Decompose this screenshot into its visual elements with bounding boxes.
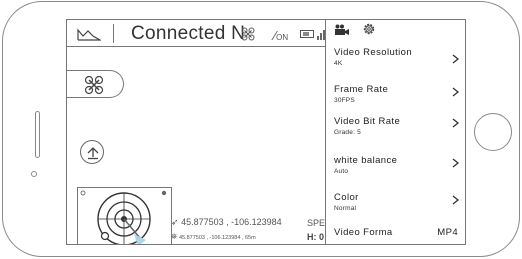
camera-icon[interactable] (334, 24, 350, 36)
radar-icon (80, 190, 167, 244)
drone-control-button[interactable] (67, 70, 124, 98)
drone-icon (84, 75, 104, 95)
setting-title: Color (334, 192, 359, 203)
fan-icon (241, 27, 255, 41)
setting-value: Normal (334, 205, 357, 212)
battery-icon (300, 30, 314, 38)
gps-coordinates-text: 45.877503 , -106.123984 (181, 217, 282, 227)
setting-value: 30FPS (334, 97, 355, 104)
chevron-right-icon[interactable] (452, 54, 460, 64)
phone-home-button[interactable] (474, 113, 512, 151)
phone-camera-dot (31, 171, 37, 177)
chevron-right-icon[interactable] (452, 118, 460, 128)
home-icon[interactable] (77, 27, 101, 41)
chevron-right-icon[interactable] (452, 158, 460, 168)
setting-frame-rate[interactable]: Frame Rate 30FPS (334, 84, 464, 104)
setting-color[interactable]: Color Normal (334, 192, 464, 212)
takeoff-icon (87, 147, 99, 160)
camera-settings-panel: Video Resolution 4K Frame Rate 30FPS Vid… (325, 20, 465, 244)
chevron-right-icon[interactable] (452, 87, 460, 97)
obstacle-off-icon: ⁄ON (274, 28, 289, 43)
height-label: H: 0 (307, 232, 325, 242)
setting-value: Auto (334, 168, 349, 175)
gear-icon[interactable] (362, 22, 376, 36)
location-arrow-icon: ➶ (171, 217, 179, 227)
app-screen: Connected N ⁄ON ➶ 45.877503 , -106.12398… (66, 19, 466, 245)
setting-title: Frame Rate (334, 84, 389, 95)
speed-label: SPE (307, 218, 326, 228)
setting-title: Video Bit Rate (334, 116, 401, 127)
drone-coordinates-text: 45.877503 , -106.123984 , 65m (178, 235, 256, 241)
chevron-right-icon[interactable] (452, 195, 460, 205)
setting-title: white balance (334, 155, 398, 166)
panel-tabs (326, 20, 465, 40)
setting-video-resolution[interactable]: Video Resolution 4K (334, 47, 464, 67)
divider (113, 24, 114, 43)
drone-coordinates: ⛯ 45.877503 , -106.123984 , 65m (171, 232, 256, 242)
setting-value: 4K (334, 60, 343, 67)
setting-white-balance[interactable]: white balance Auto (334, 155, 464, 175)
drone-small-icon: ⛯ (171, 232, 178, 241)
setting-title: Video Resolution (334, 47, 413, 58)
takeoff-button[interactable] (80, 140, 104, 164)
video-format-value: MP4 (437, 227, 458, 238)
connection-status: Connected N (131, 23, 246, 44)
setting-value: Grade: 5 (334, 129, 361, 136)
setting-video-bit-rate[interactable]: Video Bit Rate Grade: 5 (334, 116, 464, 136)
phone-side-button (35, 111, 40, 158)
mini-map[interactable] (77, 187, 172, 244)
gps-coordinates: ➶ 45.877503 , -106.123984 (171, 217, 282, 228)
